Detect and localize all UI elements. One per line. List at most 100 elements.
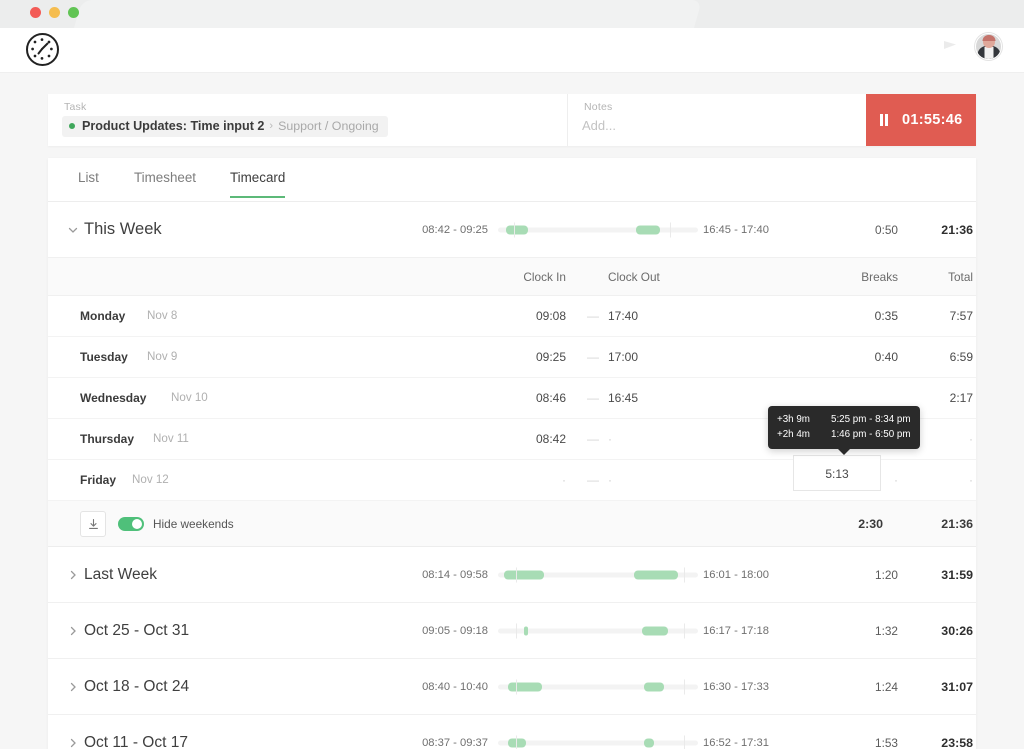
task-chip[interactable]: Product Updates: Time input 2 › Support … (62, 116, 388, 137)
timer-clock-icon[interactable] (26, 33, 59, 66)
day-name: Monday (80, 309, 125, 323)
chevron-right-icon[interactable] (66, 680, 80, 694)
hide-weekends-label: Hide weekends (153, 517, 234, 531)
week-title: Last Week (84, 566, 157, 584)
table-row[interactable]: Monday Nov 8 09:08 — 17:40 0:35 7:57 (48, 296, 976, 337)
pause-icon (880, 114, 889, 126)
day-name: Wednesday (80, 391, 146, 405)
chevron-right-icon[interactable] (66, 736, 80, 749)
table-footer: Hide weekends 2:30 21:36 (48, 501, 976, 547)
day-clock-in[interactable]: 08:46 (496, 391, 566, 405)
tooltip-row: +3h 9m 5:25 pm - 8:34 pm (777, 412, 911, 427)
day-date: Nov 12 (132, 473, 169, 486)
chevron-right-icon[interactable] (66, 568, 80, 582)
day-clock-in[interactable]: 09:08 (496, 309, 566, 323)
tooltip-range: 1:46 pm - 6:50 pm (831, 427, 911, 442)
day-date: Nov 10 (171, 391, 208, 404)
chevron-down-icon[interactable] (66, 223, 80, 237)
day-clock-out[interactable]: 17:00 (608, 350, 688, 364)
week-timeline-bar (498, 738, 698, 747)
tooltip-row: +2h 4m 1:46 pm - 6:50 pm (777, 427, 911, 442)
day-name: Friday (80, 473, 116, 487)
task-pane: Task Product Updates: Time input 2 › Sup… (48, 94, 568, 146)
day-clock-out[interactable]: · (608, 473, 688, 487)
view-tabs: List Timesheet Timecard 09:00 19:00 (48, 158, 976, 202)
breaks-cell-focused[interactable]: 5:13 (793, 455, 881, 491)
week-clockin-range: 08:42 - 09:25 (398, 224, 488, 236)
day-dash-icon: — (578, 473, 608, 487)
tab-timecard[interactable]: Timecard (230, 170, 285, 198)
tooltip-arrow (838, 449, 850, 455)
footer-breaks-total: 2:30 (793, 517, 883, 531)
week-clockin-range: 08:40 - 10:40 (398, 681, 488, 693)
week-timeline-bar (498, 570, 698, 579)
week-total: 21:36 (883, 223, 973, 237)
week-clockout-range: 16:17 - 17:18 (703, 625, 793, 637)
week-clockout-range: 16:30 - 17:33 (703, 681, 793, 693)
day-clock-in[interactable]: · (496, 473, 566, 487)
week-row-oct25-oct31[interactable]: Oct 25 - Oct 31 09:05 - 09:18 16:17 - 17… (48, 603, 976, 659)
day-clock-out[interactable]: 17:40 (608, 309, 688, 323)
tab-list[interactable]: List (78, 170, 99, 196)
app-header (0, 28, 1024, 73)
breadcrumb-separator-icon: › (269, 120, 273, 132)
download-icon[interactable] (80, 511, 106, 537)
notes-input[interactable] (582, 116, 838, 135)
week-total: 23:58 (883, 736, 973, 749)
pause-timer-button[interactable]: 01:55:46 (866, 94, 976, 146)
tooltip-range: 5:25 pm - 8:34 pm (831, 412, 911, 427)
day-breaks[interactable]: 0:40 (808, 350, 898, 364)
week-clockout-range: 16:01 - 18:00 (703, 569, 793, 581)
day-clock-in[interactable]: 09:25 (496, 350, 566, 364)
week-timeline-bar (498, 682, 698, 691)
week-timeline-bar (498, 225, 698, 234)
day-name: Tuesday (80, 350, 128, 364)
os-window-chrome (0, 0, 1024, 28)
tab-timesheet[interactable]: Timesheet (134, 170, 196, 196)
day-dash-icon: — (578, 350, 608, 364)
day-total: 7:57 (903, 309, 973, 323)
close-window-button[interactable] (30, 7, 41, 18)
day-breaks[interactable]: 0:35 (808, 309, 898, 323)
week-row-oct18-oct24[interactable]: Oct 18 - Oct 24 08:40 - 10:40 16:30 - 17… (48, 659, 976, 715)
timer-elapsed: 01:55:46 (902, 112, 962, 128)
week-total: 31:07 (883, 680, 973, 694)
col-header-breaks: Breaks (808, 270, 898, 284)
task-field-label: Task (62, 101, 567, 113)
day-clock-out[interactable]: · (608, 432, 688, 446)
flag-icon[interactable] (941, 38, 959, 56)
week-title: This Week (84, 220, 162, 239)
avatar[interactable] (975, 33, 1002, 60)
tooltip-duration: +3h 9m (777, 412, 817, 427)
week-total: 31:59 (883, 568, 973, 582)
day-date: Nov 9 (147, 350, 177, 363)
table-header-row: Clock In Clock Out Breaks Total (48, 258, 976, 296)
browser-tab-shape (74, 0, 702, 28)
breaks-tooltip: +3h 9m 5:25 pm - 8:34 pm +2h 4m 1:46 pm … (768, 406, 920, 449)
chevron-right-icon[interactable] (66, 624, 80, 638)
day-dash-icon: — (578, 309, 608, 323)
day-total: 2:17 (903, 391, 973, 405)
page-canvas: Task Product Updates: Time input 2 › Sup… (0, 73, 1024, 749)
task-title: Product Updates: Time input 2 (82, 119, 264, 133)
task-status-dot (69, 123, 75, 129)
day-date: Nov 11 (153, 432, 189, 445)
week-row-oct11-oct17[interactable]: Oct 11 - Oct 17 08:37 - 09:37 16:52 - 17… (48, 715, 976, 749)
day-clock-out[interactable]: 16:45 (608, 391, 688, 405)
week-clockout-range: 16:45 - 17:40 (703, 224, 793, 236)
day-clock-in[interactable]: 08:42 (496, 432, 566, 446)
week-row-this-week[interactable]: This Week 08:42 - 09:25 16:45 - 17:40 0:… (48, 202, 976, 258)
hide-weekends-toggle[interactable] (118, 517, 144, 531)
breaks-cell-value: 5:13 (794, 467, 880, 481)
tooltip-duration: +2h 4m (777, 427, 817, 442)
notes-pane: Notes (568, 94, 866, 146)
week-clockin-range: 08:37 - 09:37 (398, 737, 488, 749)
week-total: 30:26 (883, 624, 973, 638)
maximize-window-button[interactable] (68, 7, 79, 18)
notes-field-label: Notes (582, 101, 866, 113)
table-row[interactable]: Tuesday Nov 9 09:25 — 17:00 0:40 6:59 (48, 337, 976, 378)
week-row-last-week[interactable]: Last Week 08:14 - 09:58 16:01 - 18:00 1:… (48, 547, 976, 603)
day-total: · (903, 473, 973, 487)
minimize-window-button[interactable] (49, 7, 60, 18)
day-date: Nov 8 (147, 309, 177, 322)
